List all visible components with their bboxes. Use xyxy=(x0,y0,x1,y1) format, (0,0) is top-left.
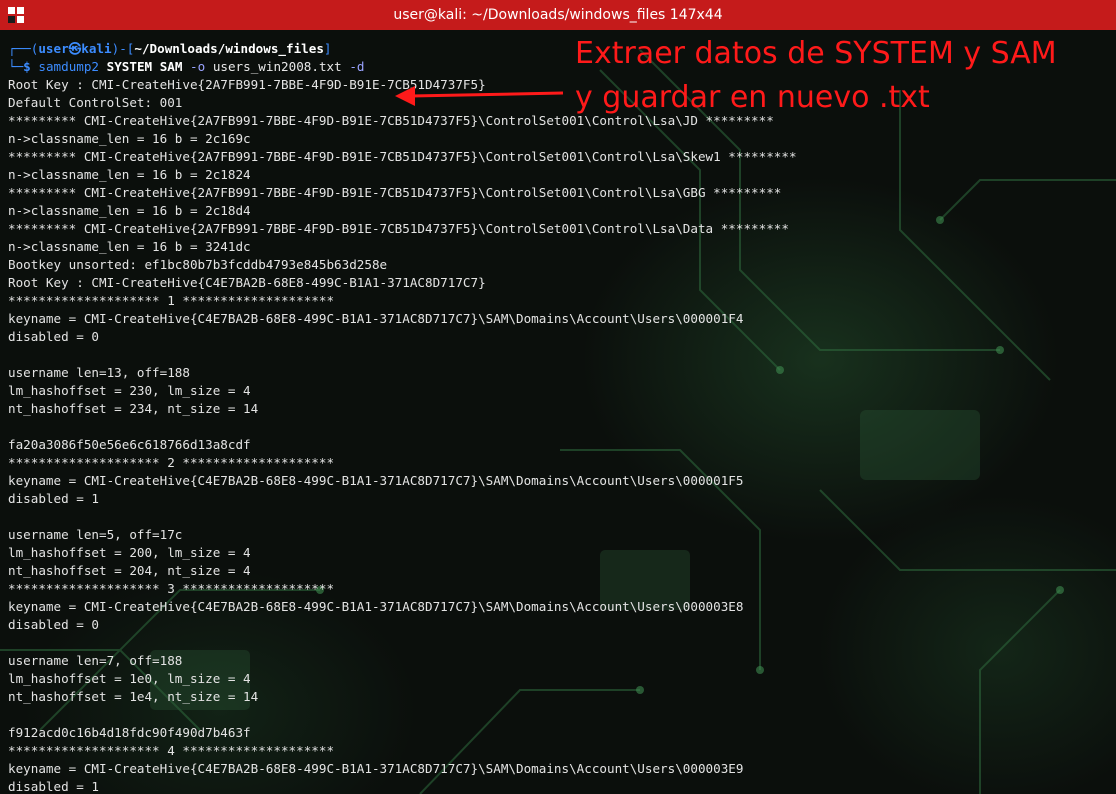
output-line: ******************** 3 *****************… xyxy=(8,581,335,596)
output-line: n->classname_len = 16 b = 3241dc xyxy=(8,239,251,254)
output-line: username len=13, off=188 xyxy=(8,365,190,380)
output-line: keyname = CMI-CreateHive{C4E7BA2B-68E8-4… xyxy=(8,473,744,488)
output-line: ********* CMI-CreateHive{2A7FB991-7BBE-4… xyxy=(8,185,782,200)
output-line: ******************** 4 *****************… xyxy=(8,743,335,758)
command-binary: samdump2 xyxy=(38,59,100,74)
annotation-text-line1: Extraer datos de SYSTEM y SAM xyxy=(575,36,1057,71)
output-line: nt_hashoffset = 1e4, nt_size = 14 xyxy=(8,689,259,704)
output-line: lm_hashoffset = 1e0, lm_size = 4 xyxy=(8,671,251,686)
output-line: lm_hashoffset = 200, lm_size = 4 xyxy=(8,545,251,560)
output-line: fa20a3086f50e56e6c618766d13a8cdf xyxy=(8,437,251,452)
annotation-text-line2: y guardar en nuevo .txt xyxy=(575,80,930,115)
terminal-output: ┌──(user㉿kali)-[~/Downloads/windows_file… xyxy=(8,40,1108,794)
output-line: ******************** 2 *****************… xyxy=(8,455,335,470)
output-line: Bootkey unsorted: ef1bc80b7b3fcddb4793e8… xyxy=(8,257,388,272)
output-line: disabled = 1 xyxy=(8,491,99,506)
output-line: keyname = CMI-CreateHive{C4E7BA2B-68E8-4… xyxy=(8,761,744,776)
output-line: ********* CMI-CreateHive{2A7FB991-7BBE-4… xyxy=(8,113,774,128)
prompt-path: ~/Downloads/windows_files xyxy=(134,41,324,56)
output-line: username len=5, off=17c xyxy=(8,527,183,542)
output-line: nt_hashoffset = 234, nt_size = 14 xyxy=(8,401,259,416)
output-line: n->classname_len = 16 b = 2c169c xyxy=(8,131,251,146)
output-line: n->classname_len = 16 b = 2c18d4 xyxy=(8,203,251,218)
output-line: username len=7, off=188 xyxy=(8,653,183,668)
terminal-area[interactable]: ┌──(user㉿kali)-[~/Downloads/windows_file… xyxy=(0,30,1116,794)
output-line: lm_hashoffset = 230, lm_size = 4 xyxy=(8,383,251,398)
output-line: keyname = CMI-CreateHive{C4E7BA2B-68E8-4… xyxy=(8,311,744,326)
output-line: ******************** 1 *****************… xyxy=(8,293,335,308)
command-output: Root Key : CMI-CreateHive{2A7FB991-7BBE-… xyxy=(8,76,1108,794)
output-line: disabled = 1 xyxy=(8,779,99,794)
output-line: disabled = 0 xyxy=(8,329,99,344)
output-line: nt_hashoffset = 204, nt_size = 4 xyxy=(8,563,251,578)
output-line: disabled = 0 xyxy=(8,617,99,632)
window-title: user@kali: ~/Downloads/windows_files 147… xyxy=(393,7,723,23)
output-line: ********* CMI-CreateHive{2A7FB991-7BBE-4… xyxy=(8,149,797,164)
window-titlebar[interactable]: user@kali: ~/Downloads/windows_files 147… xyxy=(0,0,1116,30)
command-output-file: users_win2008.txt xyxy=(212,59,342,74)
output-line: Root Key : CMI-CreateHive{C4E7BA2B-68E8-… xyxy=(8,275,486,290)
output-line: f912acd0c16b4d18fdc90f490d7b463f xyxy=(8,725,251,740)
command-args: SYSTEM SAM xyxy=(106,59,183,74)
output-line: keyname = CMI-CreateHive{C4E7BA2B-68E8-4… xyxy=(8,599,744,614)
output-line: ********* CMI-CreateHive{2A7FB991-7BBE-4… xyxy=(8,221,789,236)
annotation-arrow-icon xyxy=(395,86,564,106)
output-line: n->classname_len = 16 b = 2c1824 xyxy=(8,167,251,182)
prompt-user-host: user㉿kali xyxy=(38,41,112,56)
